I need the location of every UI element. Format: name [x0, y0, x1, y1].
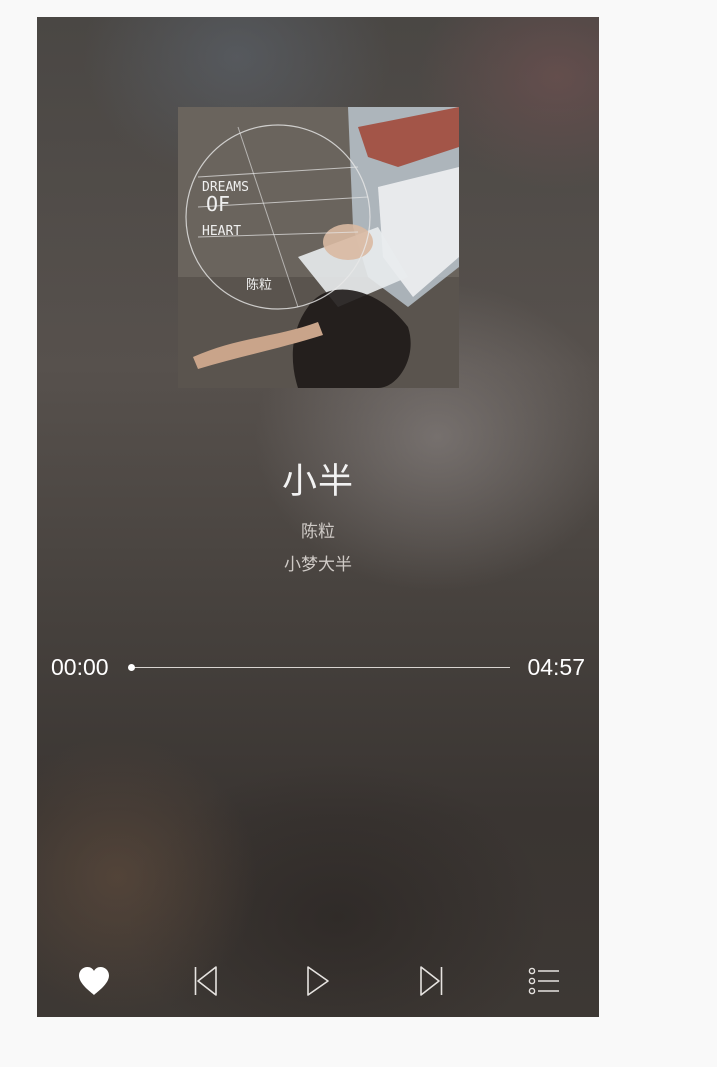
song-title: 小半: [281, 462, 354, 502]
skip-next-icon: [420, 966, 443, 996]
cover-text-line-3: HEART: [202, 224, 241, 239]
album-name[interactable]: 小梦大半: [37, 550, 599, 575]
play-button[interactable]: [296, 959, 340, 1003]
album-cover-art: DREAMS OF HEART 陈粒: [178, 107, 459, 388]
music-player: DREAMS OF HEART 陈粒 小半 陈粒 小梦大半 00:00 04:5…: [37, 17, 599, 1017]
skip-previous-icon: [194, 966, 217, 996]
current-time: 00:00: [51, 654, 109, 680]
cover-text-line-2: OF: [206, 192, 230, 216]
playback-controls: [37, 959, 599, 1003]
play-icon: [307, 966, 329, 996]
like-button[interactable]: [72, 959, 116, 1003]
progress-handle[interactable]: [128, 664, 135, 671]
artist-name[interactable]: 陈粒: [37, 517, 599, 542]
total-time: 04:57: [527, 654, 585, 680]
next-button[interactable]: [409, 959, 453, 1003]
cover-signature: 陈粒: [246, 277, 272, 293]
progress-bar[interactable]: [128, 664, 510, 671]
playlist-button[interactable]: [522, 959, 566, 1003]
previous-button[interactable]: [184, 959, 228, 1003]
heart-icon: [79, 967, 109, 995]
album-cover: DREAMS OF HEART 陈粒: [178, 107, 459, 388]
playlist-icon: [528, 967, 559, 995]
